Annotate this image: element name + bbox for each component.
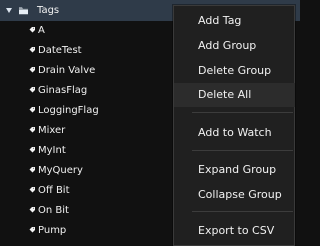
tag-icon [29,87,35,93]
tag-icon [29,167,35,173]
tree-item-label: On Bit [38,205,69,216]
menu-separator [192,112,293,113]
menu-item-delete-all[interactable]: Delete All [174,83,295,107]
tag-icon [29,227,35,233]
tree-item-label: Pump [38,225,67,236]
tree-item-label: GinasFlag [38,85,88,96]
tag-icon [29,127,35,133]
tag-icon [29,67,35,73]
tag-icon [29,47,35,53]
menu-item-export-to-csv[interactable]: Export to CSV [174,219,295,243]
tag-icon [29,27,35,33]
tag-icon [29,147,35,153]
menu-item-add-group[interactable]: Add Group [174,34,295,58]
menu-item-add-tag[interactable]: Add Tag [174,9,295,33]
tag-icon [29,107,35,113]
menu-item-collapse-group[interactable]: Collapse Group [174,183,295,207]
tree-item-label: MyQuery [38,165,83,176]
tag-icon [29,187,35,193]
tree-item-label: MyInt [38,145,66,156]
tree-item-label: Mixer [38,125,66,136]
tag-browser-window: Tags A DateTest Drain Valve GinasFlag Lo… [0,0,300,246]
tree-item-label: A [38,25,45,36]
tree-item-label: Off Bit [38,185,70,196]
expand-triangle-icon[interactable] [6,8,12,13]
tree-root-label: Tags [37,5,60,16]
folder-icon [19,7,28,15]
menu-item-add-to-watch[interactable]: Add to Watch [174,121,295,145]
context-menu: Add Tag Add Group Delete Group Delete Al… [173,5,295,246]
menu-item-expand-group[interactable]: Expand Group [174,158,295,182]
tag-icon [29,207,35,213]
tree-item-label: DateTest [38,45,82,56]
tree-item-label: LoggingFlag [38,105,99,116]
menu-separator [192,211,293,212]
menu-item-delete-group[interactable]: Delete Group [174,59,295,83]
tree-item-label: Drain Valve [38,65,96,76]
menu-separator [192,150,293,151]
